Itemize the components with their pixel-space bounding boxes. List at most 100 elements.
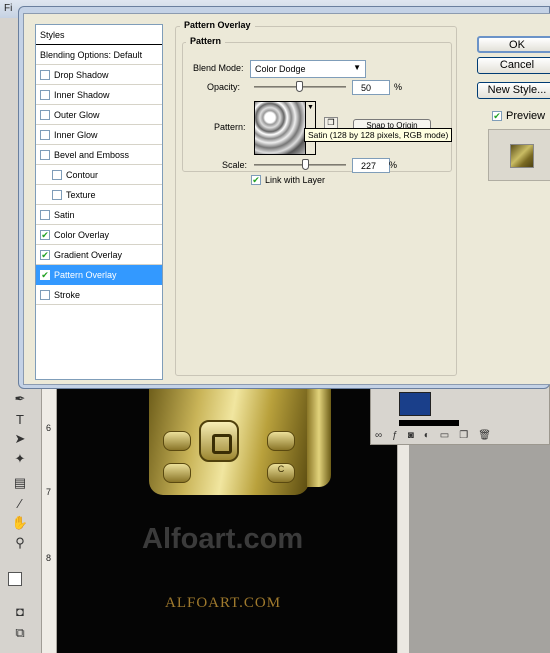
preview-frame (488, 129, 550, 181)
inner-glow-checkbox[interactable] (40, 129, 50, 140)
style-item-label: Texture (66, 189, 96, 200)
adjustment-icon[interactable]: ◐ (424, 430, 440, 441)
mask-icon[interactable]: ◙ (408, 430, 424, 441)
layers-panel: ∞ƒ◙◐▭❐🗑 (370, 385, 550, 445)
workspace-background (409, 445, 550, 653)
pattern-label: Pattern: (214, 122, 246, 132)
opacity-slider-thumb[interactable] (296, 81, 303, 92)
document-canvas[interactable]: C Alfoart.com ALFOART.COM (57, 385, 397, 653)
style-preview-swatch (510, 144, 534, 168)
style-item-bevel-and-emboss[interactable]: Bevel and Emboss (36, 145, 162, 165)
drop-shadow-checkbox[interactable] (40, 69, 50, 80)
preview-checkbox[interactable] (492, 111, 502, 121)
phone-nav-key (199, 420, 239, 462)
texture-checkbox[interactable] (52, 189, 62, 200)
style-item-label: Bevel and Emboss (54, 149, 130, 160)
style-item-label: Stroke (54, 289, 81, 300)
style-item-contour[interactable]: Contour (36, 165, 162, 185)
style-item-label: Gradient Overlay (54, 249, 123, 260)
new-style-button[interactable]: New Style... (477, 82, 550, 99)
style-item-label: Satin (54, 209, 75, 220)
styles-header: Styles (36, 25, 162, 45)
watermark-small: ALFOART.COM (165, 595, 282, 611)
pattern-title: Pattern (186, 36, 226, 46)
scale-input[interactable]: 227 (352, 158, 390, 173)
notes-tool-icon[interactable]: ▤ (8, 474, 32, 492)
screen-mode-icon[interactable]: ⧉ (8, 624, 32, 642)
pattern-tooltip: Satin (128 by 128 pixels, RGB mode) (304, 128, 453, 142)
shape-tool-icon[interactable]: ✦ (8, 450, 32, 468)
style-item-label: Outer Glow (54, 109, 100, 120)
ok-button[interactable]: OK (477, 36, 550, 53)
link-with-layer-checkbox[interactable] (251, 175, 261, 185)
cancel-button[interactable]: Cancel (477, 57, 550, 74)
style-item-label: Inner Shadow (54, 89, 110, 100)
style-item-satin[interactable]: Satin (36, 205, 162, 225)
style-item-color-overlay[interactable]: Color Overlay (36, 225, 162, 245)
phone-key-end (267, 431, 295, 451)
foreground-background-color-icon[interactable] (6, 570, 32, 592)
blending-options-item[interactable]: Blending Options: Default (36, 45, 162, 65)
style-item-pattern-overlay[interactable]: Pattern Overlay (36, 265, 162, 285)
inner-shadow-checkbox[interactable] (40, 89, 50, 100)
pattern-overlay-checkbox[interactable] (40, 269, 50, 280)
gradient-overlay-checkbox[interactable] (40, 249, 50, 260)
layer-bar (399, 420, 459, 426)
layers-footer-icons: ∞ƒ◙◐▭❐🗑 (375, 430, 501, 441)
ruler-mark: 6 (46, 423, 52, 433)
fx-icon[interactable]: ƒ (392, 430, 408, 441)
hand-tool-icon[interactable]: ✋ (8, 514, 32, 532)
link-with-layer-row[interactable]: Link with Layer (251, 175, 325, 185)
eyedropper-tool-icon[interactable]: ⁄ (8, 494, 32, 512)
style-item-texture[interactable]: Texture (36, 185, 162, 205)
link-layers-icon[interactable]: ∞ (375, 430, 392, 441)
gold-phone-image: C (149, 385, 331, 495)
style-item-label: Pattern Overlay (54, 269, 117, 280)
opacity-percent: % (394, 82, 403, 92)
window-title: Fi (4, 3, 13, 14)
pen-tool-icon[interactable]: ✒ (8, 390, 32, 408)
style-item-outer-glow[interactable]: Outer Glow (36, 105, 162, 125)
styles-header-label: Styles (40, 29, 65, 40)
preview-row[interactable]: Preview (492, 110, 545, 122)
stroke-checkbox[interactable] (40, 289, 50, 300)
color-overlay-checkbox[interactable] (40, 229, 50, 240)
blend-mode-select[interactable]: Color Dodge (250, 60, 366, 78)
ruler-mark: 8 (46, 553, 52, 563)
styles-list: Styles Blending Options: Default Drop Shad… (35, 24, 163, 380)
style-item-label: Inner Glow (54, 129, 98, 140)
outer-glow-checkbox[interactable] (40, 109, 50, 120)
style-item-gradient-overlay[interactable]: Gradient Overlay (36, 245, 162, 265)
style-item-inner-glow[interactable]: Inner Glow (36, 125, 162, 145)
bevel-and-emboss-checkbox[interactable] (40, 149, 50, 160)
group-icon[interactable]: ▭ (440, 430, 459, 441)
scale-label: Scale: (222, 160, 248, 170)
pattern-overlay-title: Pattern Overlay (180, 20, 255, 30)
link-with-layer-label: Link with Layer (265, 175, 326, 185)
opacity-label: Opacity: (207, 82, 241, 92)
style-item-label: Contour (66, 169, 99, 180)
satin-checkbox[interactable] (40, 209, 50, 220)
style-item-label: Drop Shadow (54, 69, 109, 80)
phone-key-call (163, 431, 191, 451)
type-tool-icon[interactable]: T (8, 410, 32, 428)
style-item-label: Color Overlay (54, 229, 110, 240)
layer-thumbnail[interactable] (399, 392, 431, 416)
scale-slider-thumb[interactable] (302, 159, 309, 170)
style-item-inner-shadow[interactable]: Inner Shadow (36, 85, 162, 105)
blending-options-label: Blending Options: Default (40, 49, 143, 60)
phone-side (307, 385, 331, 487)
style-item-stroke[interactable]: Stroke (36, 285, 162, 305)
pattern-swatch[interactable] (254, 101, 306, 155)
contour-checkbox[interactable] (52, 169, 62, 180)
scale-percent: % (389, 160, 398, 170)
path-selection-tool-icon[interactable]: ➤ (8, 430, 32, 448)
style-item-drop-shadow[interactable]: Drop Shadow (36, 65, 162, 85)
scale-slider-track[interactable] (254, 164, 346, 166)
quick-mask-icon[interactable]: ◘ (8, 602, 32, 620)
new-layer-icon[interactable]: ❐ (459, 430, 478, 441)
opacity-input[interactable]: 50 (352, 80, 390, 95)
zoom-tool-icon[interactable]: ⚲ (8, 534, 32, 552)
trash-icon[interactable]: 🗑 (478, 430, 501, 441)
blend-mode-label: Blend Mode: (193, 63, 244, 73)
